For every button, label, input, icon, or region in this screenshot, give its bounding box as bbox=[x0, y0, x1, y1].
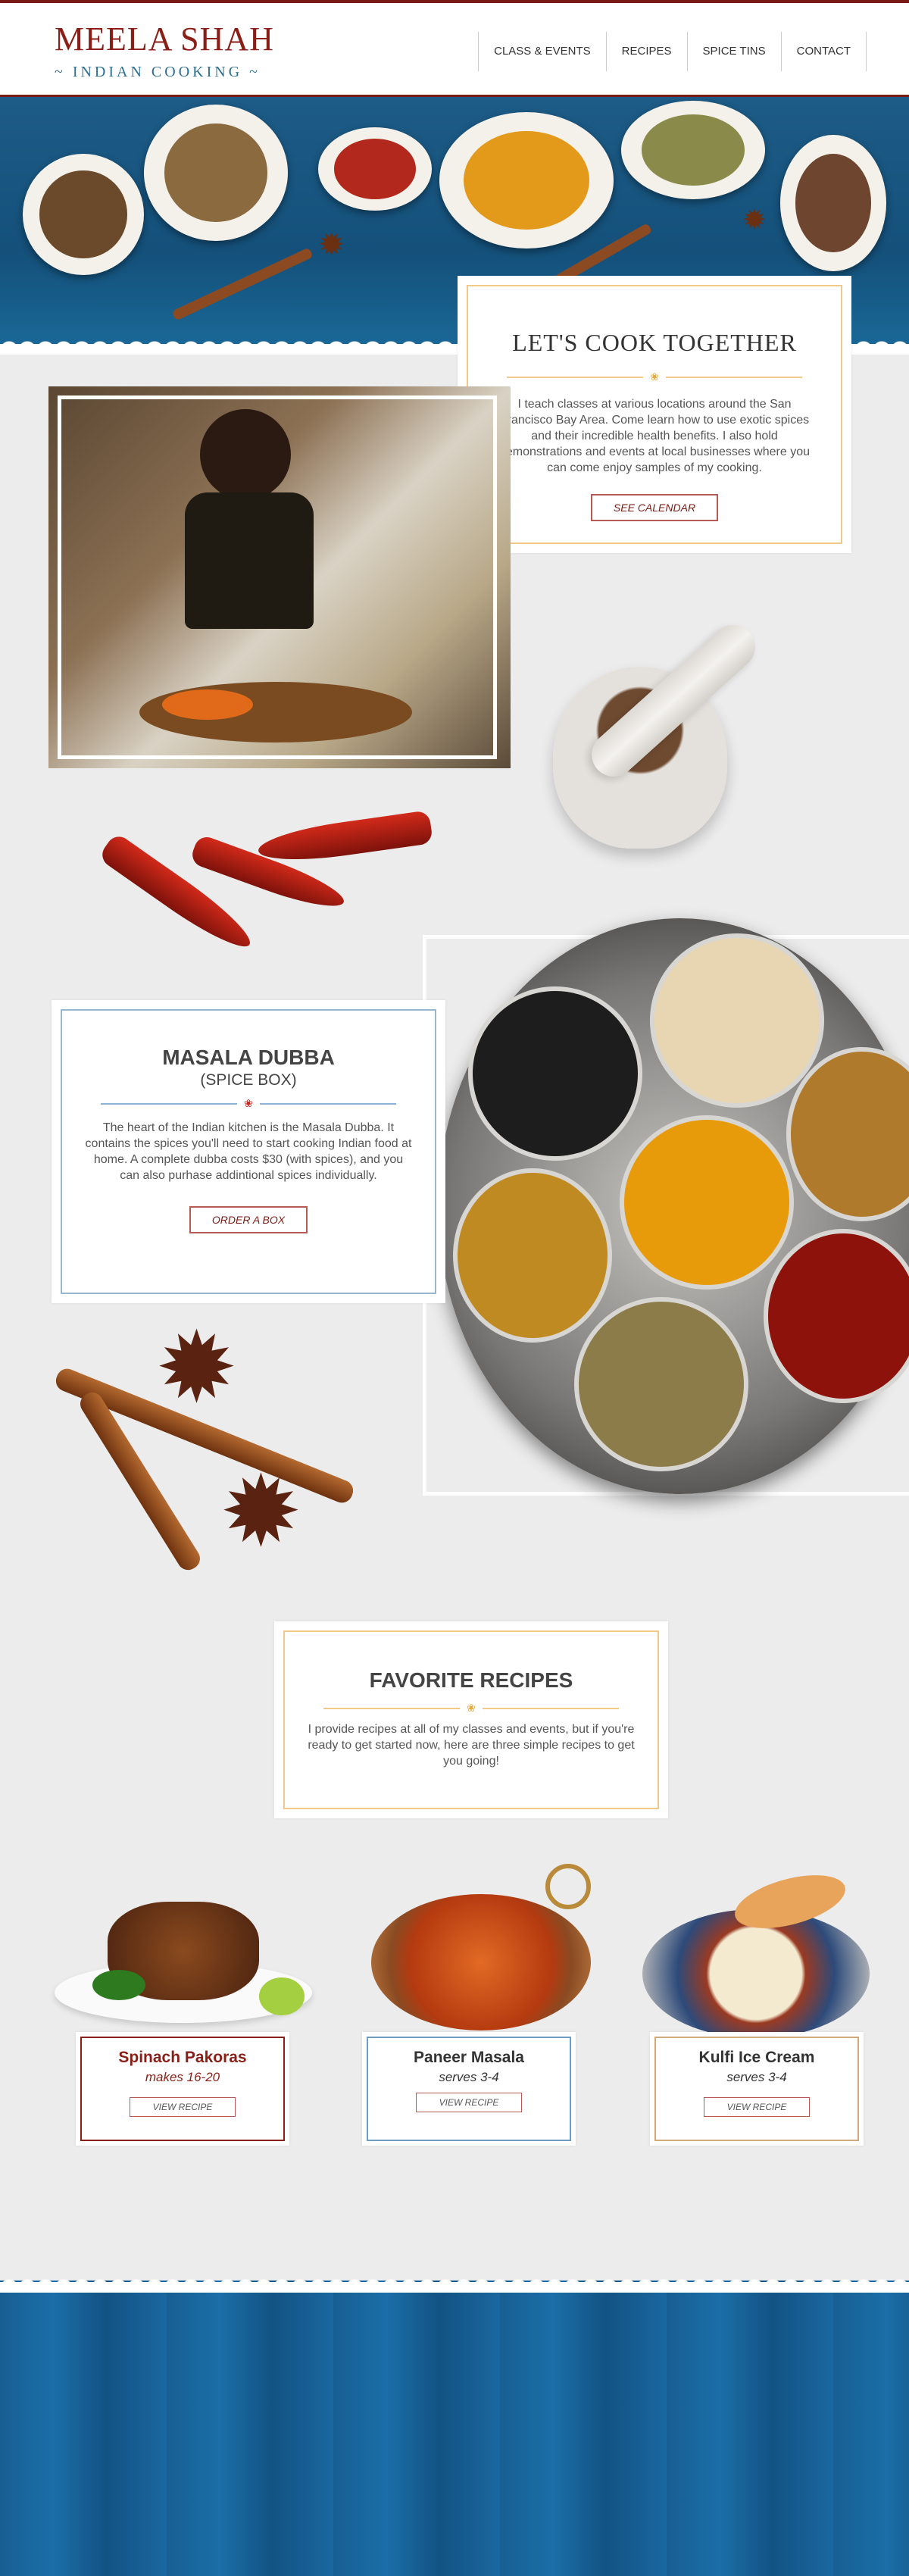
recipe-serves: serves 3-4 bbox=[726, 2070, 787, 2084]
spice-tin-photo-block bbox=[421, 918, 909, 1509]
lotus-icon: ❀ bbox=[237, 1097, 260, 1109]
lotus-icon: ❀ bbox=[643, 370, 666, 383]
nav-item-class-events[interactable]: CLASS & EVENTS bbox=[478, 32, 606, 71]
masala-dubba-subtitle: (SPICE BOX) bbox=[200, 1071, 297, 1089]
view-recipe-button[interactable]: VIEW RECIPE bbox=[415, 2093, 523, 2112]
recipe-name: Spinach Pakoras bbox=[118, 2049, 247, 2066]
site-logo[interactable]: MEELA SHAH ~ INDIAN COOKING ~ bbox=[55, 23, 274, 81]
site-footer bbox=[0, 2281, 909, 2576]
recipe-serves: serves 3-4 bbox=[439, 2070, 499, 2084]
favorite-recipes-text: I provide recipes at all of my classes a… bbox=[308, 1723, 635, 1768]
divider: ❀ bbox=[507, 370, 802, 383]
favorite-recipes-title: FAVORITE RECIPES bbox=[369, 1668, 573, 1692]
kulfi-ice-cream-photo[interactable] bbox=[642, 1865, 870, 2038]
masala-dubba-text: The heart of the Indian kitchen is the M… bbox=[85, 1121, 412, 1182]
nav-item-spice-tins[interactable]: SPICE TINS bbox=[686, 32, 781, 71]
spice-bowl-image bbox=[144, 105, 288, 241]
paneer-masala-photo[interactable] bbox=[356, 1864, 606, 2030]
star-anise-icon: ✹ bbox=[318, 227, 345, 262]
logo-title: MEELA SHAH bbox=[55, 20, 274, 58]
nav-item-recipes[interactable]: RECIPES bbox=[605, 32, 687, 71]
view-recipe-button[interactable]: VIEW RECIPE bbox=[129, 2097, 236, 2117]
site-header: MEELA SHAH ~ INDIAN COOKING ~ CLASS & EV… bbox=[0, 0, 909, 97]
chef-photo-block bbox=[48, 386, 511, 768]
recipe-serves: makes 16-20 bbox=[145, 2070, 220, 2084]
spinach-pakoras-photo[interactable] bbox=[55, 1887, 312, 2038]
cook-together-title: LET'S COOK TOGETHER bbox=[512, 329, 797, 356]
red-chili-image bbox=[256, 810, 433, 868]
divider: ❀ bbox=[101, 1097, 396, 1109]
lace-border-decoration bbox=[0, 2265, 909, 2293]
view-recipe-button[interactable]: VIEW RECIPE bbox=[703, 2097, 811, 2117]
photo-frame-border bbox=[58, 395, 497, 759]
cinnamon-stick-image bbox=[171, 247, 314, 321]
recipe-name: Kulfi Ice Cream bbox=[698, 2049, 815, 2066]
masala-dubba-title: MASALA DUBBA bbox=[162, 1046, 335, 1069]
star-anise-icon: ✹ bbox=[155, 1312, 238, 1423]
divider: ❀ bbox=[323, 1702, 619, 1714]
recipe-card-kulfi-ice-cream: Kulfi Ice Cream serves 3-4 VIEW RECIPE bbox=[650, 2032, 864, 2146]
masala-dubba-card: MASALA DUBBA (SPICE BOX) ❀ The heart of … bbox=[52, 1000, 445, 1303]
spice-bowl-image bbox=[439, 112, 614, 249]
masala-dubba-photo bbox=[438, 918, 909, 1494]
recipe-card-spinach-pakoras: Spinach Pakoras makes 16-20 VIEW RECIPE bbox=[76, 2032, 289, 2146]
see-calendar-button[interactable]: SEE CALENDAR bbox=[590, 494, 719, 521]
recipe-card-paneer-masala: Paneer Masala serves 3-4 VIEW RECIPE bbox=[362, 2032, 576, 2146]
nav-item-contact[interactable]: CONTACT bbox=[780, 32, 867, 71]
order-box-button[interactable]: ORDER A BOX bbox=[189, 1206, 308, 1233]
logo-subtitle: ~ INDIAN COOKING ~ bbox=[55, 64, 261, 80]
cook-together-text: I teach classes at various locations aro… bbox=[498, 398, 810, 474]
recipe-name: Paneer Masala bbox=[414, 2049, 524, 2066]
star-anise-icon: ✹ bbox=[220, 1456, 302, 1567]
lotus-icon: ❀ bbox=[460, 1702, 483, 1714]
spice-bowl-image bbox=[318, 127, 432, 211]
spice-bowl-image bbox=[780, 135, 886, 271]
spice-bowl-image bbox=[621, 101, 765, 199]
star-anise-icon: ✹ bbox=[742, 205, 767, 236]
main-nav: CLASS & EVENTS RECIPES SPICE TINS CONTAC… bbox=[478, 32, 867, 71]
spice-bowl-image bbox=[23, 154, 144, 275]
favorite-recipes-card: FAVORITE RECIPES ❀ I provide recipes at … bbox=[274, 1621, 668, 1818]
cook-together-card: LET'S COOK TOGETHER ❀ I teach classes at… bbox=[458, 276, 851, 553]
